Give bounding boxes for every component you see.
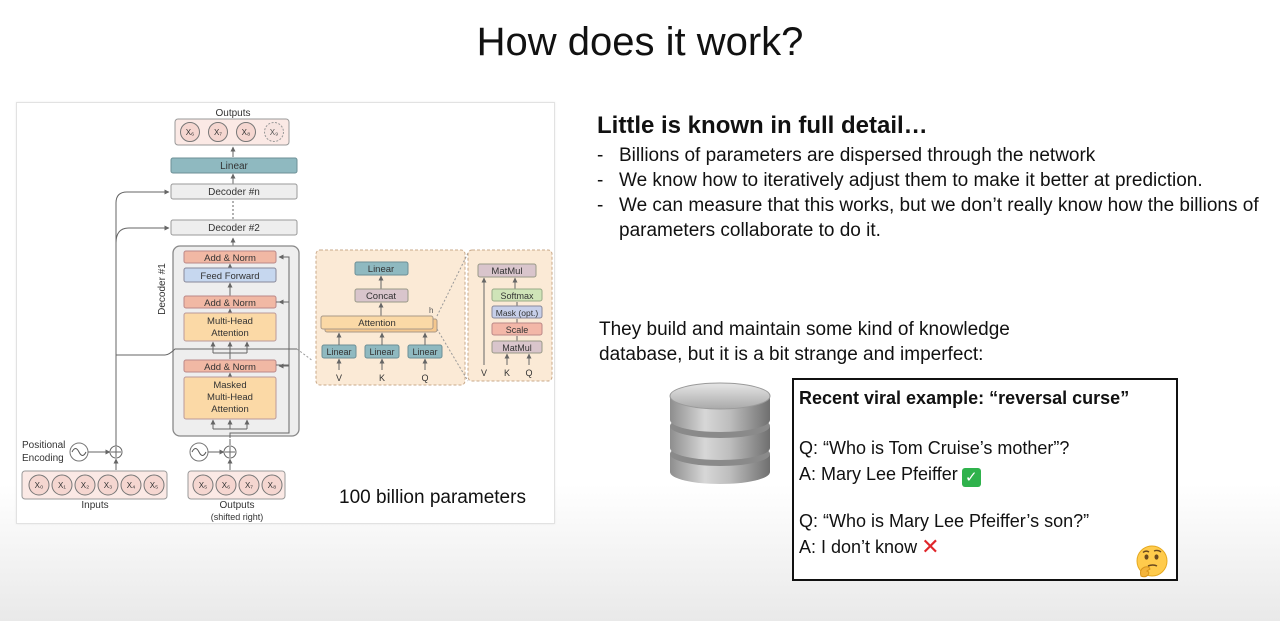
section-heading: Little is known in full detail…: [597, 112, 928, 139]
svg-text:Linear: Linear: [326, 347, 351, 357]
svg-text:X₇: X₇: [245, 481, 253, 490]
svg-text:X₈: X₈: [242, 128, 251, 137]
svg-text:Concat: Concat: [366, 291, 396, 302]
input-token: X₅: [143, 474, 165, 496]
svg-text:X₈: X₈: [268, 481, 277, 490]
svg-text:Decoder #2: Decoder #2: [208, 223, 260, 234]
svg-text:X₄: X₄: [127, 481, 136, 490]
inputs-label: Inputs: [81, 500, 108, 511]
svg-text:MatMul: MatMul: [502, 343, 532, 353]
svg-text:Linear: Linear: [412, 347, 437, 357]
svg-text:(shifted right): (shifted right): [211, 512, 264, 522]
svg-text:Scale: Scale: [506, 325, 529, 335]
svg-text:Linear: Linear: [368, 264, 394, 275]
svg-text:X₂: X₂: [81, 481, 89, 490]
svg-text:Masked: Masked: [213, 380, 246, 391]
slide-title: How does it work?: [476, 20, 804, 64]
shifted-token: X₆: [215, 474, 237, 496]
bullet-item: Billions of parameters are dispersed thr…: [597, 143, 1277, 168]
svg-text:Attention: Attention: [358, 318, 396, 329]
svg-text:Add & Norm: Add & Norm: [204, 362, 256, 373]
svg-text:Decoder #n: Decoder #n: [208, 187, 260, 198]
bullet-item: We know how to iteratively adjust them t…: [597, 168, 1277, 193]
svg-text:V: V: [336, 373, 342, 383]
svg-text:Multi-Head: Multi-Head: [207, 392, 253, 403]
svg-text:V: V: [481, 368, 487, 378]
shifted-token: X₇: [238, 474, 260, 496]
example-answer-2: A: I don’t know: [799, 537, 918, 557]
svg-text:Q: Q: [421, 373, 428, 383]
svg-text:Multi-Head: Multi-Head: [207, 316, 253, 327]
input-token: X₂: [74, 474, 96, 496]
svg-text:X₆: X₆: [222, 481, 231, 490]
svg-text:MatMul: MatMul: [491, 266, 522, 277]
output-token: X₆: [180, 122, 200, 142]
thinking-face-icon: [1136, 545, 1168, 578]
mh-head-count-label: h: [429, 306, 433, 315]
bullet-list: Billions of parameters are dispersed thr…: [597, 143, 1277, 243]
svg-text:Mask (opt.): Mask (opt.): [496, 308, 539, 318]
positional-encoding-label: Positional: [22, 440, 65, 451]
svg-text:Softmax: Softmax: [500, 291, 534, 301]
parameter-count-label: 100 billion parameters: [339, 487, 526, 508]
decoder-1-label: Decoder #1: [157, 263, 168, 315]
example-answer-1: A: Mary Lee Pfeiffer: [799, 464, 958, 484]
cross-mark-icon: ✕: [921, 534, 940, 559]
svg-text:Linear: Linear: [369, 347, 394, 357]
bullet-item: We can measure that this works, but we d…: [597, 193, 1277, 243]
svg-text:X₀: X₀: [35, 481, 44, 490]
example-answer-1-row: A: Mary Lee Pfeiffer ✓: [799, 464, 981, 487]
example-question-1: Q: “Who is Tom Cruise’s mother”?: [799, 438, 1070, 458]
svg-text:K: K: [504, 368, 510, 378]
example-question-2: Q: “Who is Mary Lee Pfeiffer’s son?”: [799, 511, 1090, 531]
transformer-diagram-panel: Outputs X₆ X₇ X₈ X₉ Linear Decoder #n De…: [16, 102, 555, 524]
example-answer-2-row: A: I don’t know ✕: [799, 534, 940, 559]
shifted-token: X₅: [192, 474, 214, 496]
svg-text:Feed Forward: Feed Forward: [200, 271, 259, 282]
transformer-diagram: Outputs X₆ X₇ X₈ X₉ Linear Decoder #n De…: [21, 108, 553, 522]
output-token: X₈: [236, 122, 256, 142]
svg-text:X₅: X₅: [199, 481, 208, 490]
input-token: X₄: [120, 474, 142, 496]
svg-text:X₉: X₉: [270, 128, 279, 137]
svg-text:Q: Q: [525, 368, 532, 378]
svg-text:Encoding: Encoding: [22, 453, 64, 464]
svg-text:Add & Norm: Add & Norm: [204, 298, 256, 309]
input-token: X₀: [28, 474, 50, 496]
input-token: X₁: [51, 474, 73, 496]
reversal-curse-example-box: Recent viral example: “reversal curse” Q…: [792, 378, 1178, 581]
check-mark-icon: ✓: [961, 468, 981, 487]
input-token: X₃: [97, 474, 119, 496]
example-title: Recent viral example: “reversal curse”: [799, 388, 1130, 408]
svg-text:Attention: Attention: [211, 404, 249, 415]
knowledge-database-text: They build and maintain some kind of kno…: [599, 319, 1010, 365]
svg-text:X₆: X₆: [186, 128, 195, 137]
svg-text:X₃: X₃: [104, 481, 113, 490]
svg-text:K: K: [379, 373, 385, 383]
svg-text:Attention: Attention: [211, 328, 249, 339]
svg-text:Add & Norm: Add & Norm: [204, 253, 256, 264]
svg-text:X₅: X₅: [150, 481, 159, 490]
output-token: X₇: [208, 122, 228, 142]
database-icon: [669, 382, 771, 484]
output-token: X₉: [264, 122, 284, 142]
svg-text:X₇: X₇: [214, 128, 222, 137]
svg-text:X₁: X₁: [58, 481, 66, 490]
outputs-label: Outputs: [215, 108, 250, 119]
svg-text:Linear: Linear: [220, 161, 248, 172]
shifted-token: X₈: [261, 474, 283, 496]
shifted-outputs-label: Outputs: [219, 500, 254, 511]
